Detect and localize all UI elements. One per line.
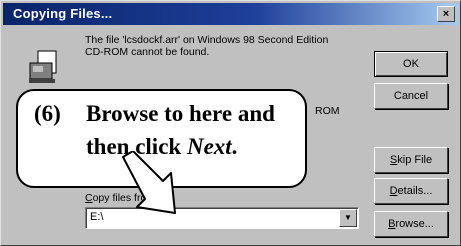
dialog-title: Copying Files... [13,6,113,21]
callout-line-1: Browse to here and [86,101,275,126]
chevron-down-icon[interactable]: ▼ [339,209,357,227]
close-button[interactable]: × [437,6,455,22]
callout-next-emphasis: Next [186,134,232,159]
skip-file-button[interactable]: Skip File [374,147,448,173]
title-bar[interactable]: Copying Files... × [3,3,458,25]
error-message-continued: ROM [315,105,340,117]
callout-line-2-suffix: . [231,134,238,159]
error-message: The file 'lcsdockf.arr' on Windows 98 Se… [85,34,329,58]
arrow-pointer-icon [122,151,176,214]
ok-button[interactable]: OK [374,51,448,77]
copy-files-icon [29,50,57,83]
copy-files-from-value[interactable]: E:\ [90,211,103,223]
copying-files-dialog: Copying Files... × The file 'lcsdockf.ar… [0,0,461,246]
browse-button[interactable]: Browse... [374,211,448,237]
details-button[interactable]: Details... [374,178,448,204]
cancel-button[interactable]: Cancel [374,83,448,109]
callout-step-number: (6) [34,101,61,126]
